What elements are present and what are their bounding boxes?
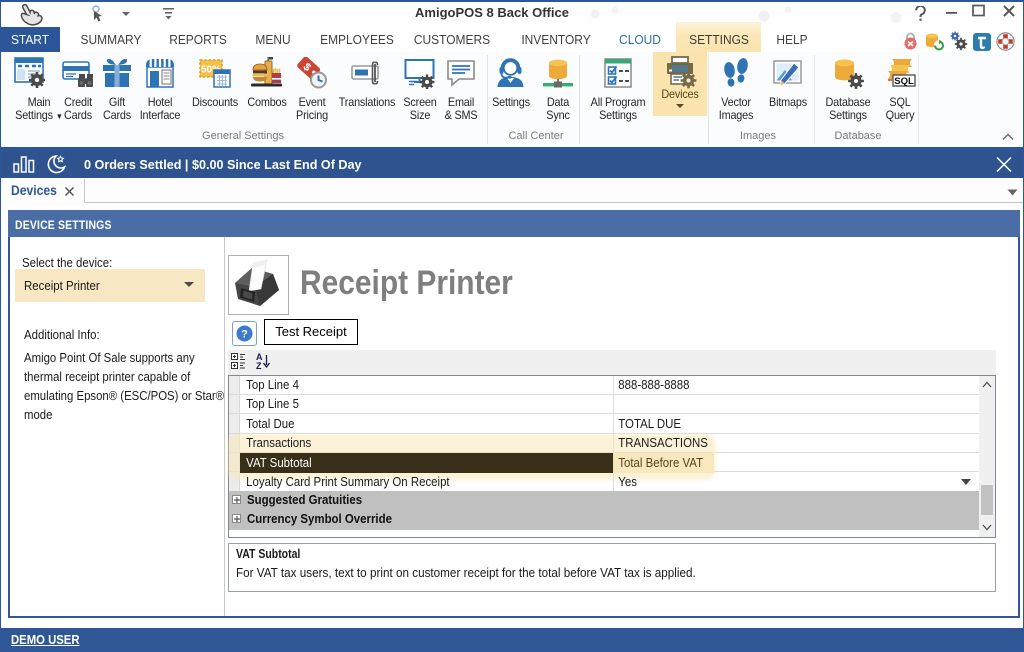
- svg-text:Z: Z: [256, 361, 262, 371]
- svg-text:SQL: SQL: [894, 76, 914, 87]
- svg-text:?: ?: [241, 329, 248, 341]
